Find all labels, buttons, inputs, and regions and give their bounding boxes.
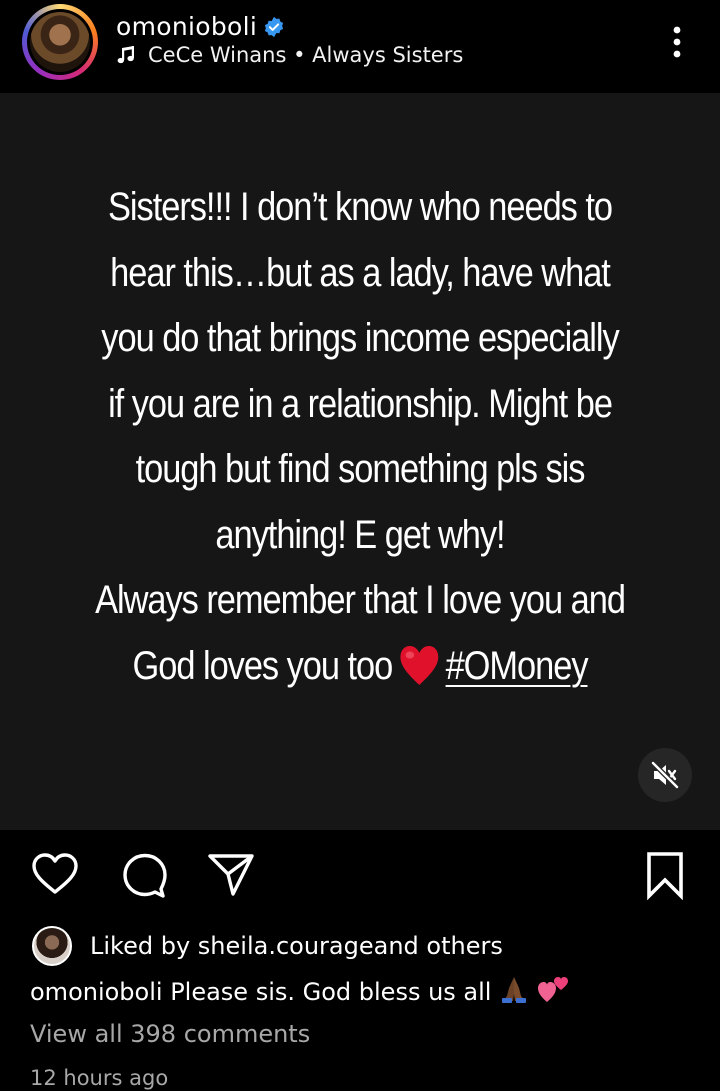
save-button[interactable]: [640, 850, 690, 901]
heart-emoji: [399, 645, 438, 685]
story-ring[interactable]: [22, 4, 98, 80]
three-dots-vertical-icon: [673, 26, 681, 58]
post-line: Always remember that I love you and: [95, 578, 626, 622]
speaker-muted-icon: [651, 761, 679, 789]
profile-photo: [30, 12, 90, 72]
post-line-last: God loves you too #OMoney: [85, 634, 635, 700]
post-line: hear this…but as a lady, have what: [110, 250, 611, 295]
share-button[interactable]: [206, 850, 256, 900]
music-info[interactable]: CeCe Winans • Always Sisters: [116, 43, 463, 67]
username-text[interactable]: omonioboli: [116, 12, 257, 41]
paper-plane-icon: [208, 854, 254, 896]
post-line-text: God loves you too: [132, 643, 394, 688]
liked-by-row[interactable]: Liked by sheila.courage and others: [32, 926, 503, 966]
post-header: omonioboli CeCe Winans • Always Sisters: [0, 0, 720, 93]
music-title: Always Sisters: [312, 43, 464, 67]
post-line: tough but find something pls sis: [135, 447, 586, 491]
mute-button[interactable]: [638, 748, 692, 802]
caption: omonioboli Please sis. God bless us all: [30, 974, 571, 1006]
post-timestamp: 12 hours ago: [30, 1066, 169, 1090]
post-text: Sisters!!! I don’t know who needs to hea…: [85, 175, 635, 699]
post-line: if you are in a relationship. Might be: [108, 381, 613, 426]
username[interactable]: omonioboli: [116, 12, 285, 41]
avatar[interactable]: [27, 9, 93, 75]
liker-avatar: [32, 926, 72, 966]
comment-button[interactable]: [120, 850, 170, 900]
view-all-comments-link[interactable]: View all 398 comments: [30, 1020, 310, 1048]
action-bar: [0, 830, 720, 920]
caption-username[interactable]: omonioboli: [30, 978, 163, 1006]
music-note-icon: [117, 46, 134, 64]
praying-hands-emoji: [502, 977, 527, 1003]
music-separator: •: [286, 43, 313, 67]
post-media[interactable]: Sisters!!! I don’t know who needs to hea…: [0, 93, 720, 830]
music-artist: CeCe Winans: [148, 43, 287, 67]
heart-outline-icon: [32, 853, 78, 894]
verified-badge-icon: [265, 16, 284, 38]
liker-username[interactable]: sheila.courage: [198, 932, 374, 960]
bookmark-icon: [647, 852, 683, 901]
like-button[interactable]: [30, 850, 80, 900]
post-line: you do that brings income especially: [101, 316, 619, 360]
hashtag-link[interactable]: #OMoney: [446, 644, 589, 688]
more-options-button[interactable]: [660, 22, 694, 62]
caption-text: Please sis. God bless us all: [162, 978, 492, 1006]
comment-bubble-icon: [123, 853, 167, 898]
post-line: anything! E get why!: [215, 512, 505, 557]
liked-by-suffix[interactable]: and others: [374, 932, 503, 960]
two-hearts-emoji: [538, 977, 569, 1002]
post-line: Sisters!!! I don’t know who needs to: [108, 185, 613, 229]
liked-by-prefix: Liked by: [90, 932, 191, 960]
